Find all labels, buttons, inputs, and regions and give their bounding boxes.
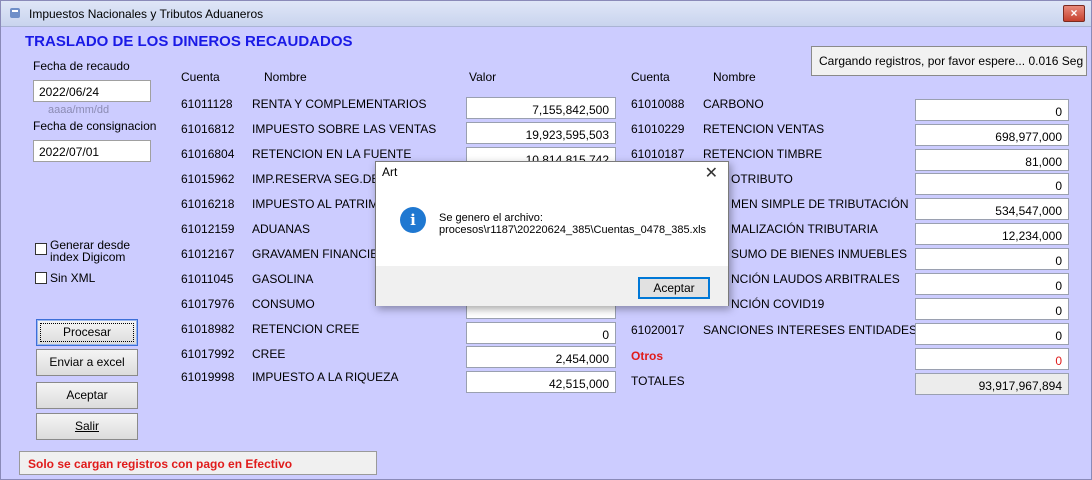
right-nombre: NCIÓN COVID19 [731, 297, 825, 311]
procesar-button[interactable]: Procesar [36, 319, 138, 346]
otros-label: Otros [631, 349, 664, 363]
left-nombre: GRAVAMEN FINANCIEF [252, 247, 386, 261]
left-nombre: RETENCION CREE [252, 322, 360, 336]
fecha-consignacion-label: Fecha de consignacion [33, 119, 157, 133]
window-close-button[interactable]: × [1063, 5, 1085, 22]
right-nombre: OTRIBUTO [731, 172, 793, 186]
right-cuenta: 61010187 [631, 147, 685, 161]
totales-label: TOTALES [631, 374, 685, 388]
left-cuenta: 61018982 [181, 322, 235, 336]
right-valor[interactable]: 0 [915, 323, 1069, 345]
header-cuenta-right: Cuenta [631, 70, 670, 84]
dialog-aceptar-button[interactable]: Aceptar [638, 277, 710, 299]
right-nombre: SUMO DE BIENES INMUEBLES [731, 247, 908, 261]
left-nombre: CREE [252, 347, 286, 361]
dialog-message-line1: Se genero el archivo: [439, 212, 543, 224]
enviar-excel-button[interactable]: Enviar a excel [36, 349, 138, 376]
generar-desde-label: Generar desde index Digicom [50, 238, 131, 264]
date-format-hint: aaaa/mm/dd [48, 104, 110, 116]
sin-xml-checkbox[interactable] [35, 272, 47, 284]
left-valor[interactable]: 2,454,000 [466, 346, 616, 368]
form-title: TRASLADO DE LOS DINEROS RECAUDADOS [25, 33, 353, 50]
left-cuenta: 61011045 [181, 272, 234, 286]
loading-status: Cargando registros, por favor espere... … [811, 46, 1087, 76]
right-cuenta: 61020017 [631, 323, 685, 337]
left-cuenta: 61017976 [181, 297, 235, 311]
left-nombre: IMPUESTO SOBRE LAS VENTAS [252, 122, 437, 136]
generar-desde-checkbox[interactable] [35, 243, 47, 255]
totales-valor: 93,917,967,894 [915, 373, 1069, 395]
left-nombre: ADUANAS [252, 222, 311, 236]
left-cuenta: 61016812 [181, 122, 235, 136]
left-cuenta: 61016804 [181, 147, 235, 161]
dialog-close-icon[interactable]: ✕ [705, 163, 718, 183]
info-dialog: Art ✕ i Se genero el archivo: procesos\r… [375, 161, 729, 306]
left-valor[interactable]: 19,923,595,503 [466, 122, 616, 144]
sin-xml-label: Sin XML [50, 271, 96, 285]
right-valor[interactable]: 0 [915, 173, 1069, 195]
left-cuenta: 61011128 [181, 97, 233, 111]
right-nombre: NCIÓN LAUDOS ARBITRALES [731, 272, 900, 286]
right-valor[interactable]: 0 [915, 298, 1069, 320]
right-nombre: MALIZACIÓN TRIBUTARIA [731, 222, 878, 236]
right-valor[interactable]: 534,547,000 [915, 198, 1069, 220]
aceptar-button[interactable]: Aceptar [36, 382, 138, 409]
left-cuenta: 61012159 [181, 222, 235, 236]
left-nombre: IMPUESTO AL PATRIMO [252, 197, 388, 211]
left-nombre: RENTA Y COMPLEMENTARIOS [252, 97, 427, 111]
title-bar: Impuestos Nacionales y Tributos Aduanero… [1, 1, 1091, 27]
left-nombre: GASOLINA [252, 272, 314, 286]
left-nombre: CONSUMO [252, 297, 315, 311]
fecha-recaudo-label: Fecha de recaudo [33, 59, 130, 73]
left-cuenta: 61012167 [181, 247, 235, 261]
right-nombre: MEN SIMPLE DE TRIBUTACIÓN [731, 197, 909, 211]
left-valor[interactable]: 42,515,000 [466, 371, 616, 393]
right-valor[interactable]: 81,000 [915, 149, 1069, 171]
left-nombre: IMPUESTO A LA RIQUEZA [252, 370, 399, 384]
header-nombre-right: Nombre [713, 70, 756, 84]
right-nombre: CARBONO [703, 97, 764, 111]
dialog-message-path: procesos\r1187\20220624_385\Cuentas_0478… [439, 224, 707, 236]
app-icon [10, 8, 20, 18]
right-cuenta: 61010088 [631, 97, 685, 111]
fecha-recaudo-input[interactable]: 2022/06/24 [33, 80, 151, 102]
dialog-title: Art [382, 165, 398, 179]
left-nombre: RETENCION EN LA FUENTE [252, 147, 412, 161]
left-nombre: IMP.RESERVA SEG.DEI [252, 172, 383, 186]
header-nombre: Nombre [264, 70, 307, 84]
left-cuenta: 61016218 [181, 197, 235, 211]
left-cuenta: 61017992 [181, 347, 235, 361]
otros-valor[interactable]: 0 [915, 348, 1069, 370]
window-title: Impuestos Nacionales y Tributos Aduanero… [29, 7, 264, 21]
focus-outline [40, 323, 134, 342]
right-nombre: RETENCION TIMBRE [703, 147, 823, 161]
fecha-consignacion-input[interactable]: 2022/07/01 [33, 140, 151, 162]
right-valor[interactable]: 0 [915, 248, 1069, 270]
main-window: Impuestos Nacionales y Tributos Aduanero… [0, 0, 1092, 480]
left-cuenta: 61015962 [181, 172, 235, 186]
header-cuenta: Cuenta [181, 70, 220, 84]
right-valor[interactable]: 698,977,000 [915, 124, 1069, 146]
header-valor: Valor [469, 70, 497, 84]
right-valor[interactable]: 0 [915, 273, 1069, 295]
left-valor[interactable]: 0 [466, 322, 616, 344]
right-valor[interactable]: 12,234,000 [915, 223, 1069, 245]
left-valor[interactable]: 7,155,842,500 [466, 97, 616, 119]
right-nombre: RETENCION VENTAS [703, 122, 825, 136]
footer-note: Solo se cargan registros con pago en Efe… [19, 451, 377, 475]
salir-button[interactable]: Salir [36, 413, 138, 440]
left-cuenta: 61019998 [181, 370, 235, 384]
right-cuenta: 61010229 [631, 122, 685, 136]
right-nombre: SANCIONES INTERESES ENTIDADES [703, 323, 918, 337]
info-icon: i [400, 207, 426, 233]
dialog-footer: Aceptar [376, 266, 728, 306]
right-valor[interactable]: 0 [915, 99, 1069, 121]
